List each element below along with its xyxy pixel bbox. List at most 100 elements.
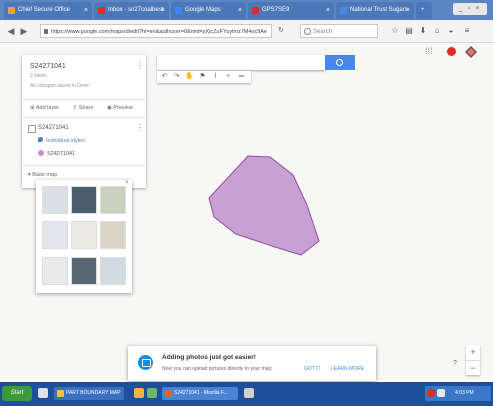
notification-body: Now you can upload pictures directly to … xyxy=(162,366,273,372)
folder-icon xyxy=(57,390,64,397)
feature-color-swatch xyxy=(38,150,44,156)
save-status: All changes saved in Drive xyxy=(30,83,89,89)
browser-tab[interactable]: National Trust Sugars × xyxy=(336,2,414,19)
zoom-control: + − xyxy=(466,345,480,375)
add-layer-button[interactable]: ⊕ Add layer xyxy=(30,105,65,111)
taskbar-task-active[interactable]: S24271041 - Mozilla F... xyxy=(162,387,238,400)
share-button[interactable]: ⇪ Share xyxy=(73,105,100,111)
style-label: Individual styles xyxy=(46,138,85,144)
quick-launch-icon[interactable] xyxy=(134,388,144,398)
preview-button[interactable]: ◉ Preview xyxy=(107,105,139,111)
undo-icon[interactable]: ↶ xyxy=(159,71,170,83)
close-icon[interactable]: × xyxy=(406,2,410,19)
task-title: S24271041 - Mozilla F... xyxy=(174,390,228,396)
tray-icon[interactable] xyxy=(427,389,435,397)
download-icon[interactable]: ⬇ xyxy=(418,26,428,36)
close-icon[interactable]: × xyxy=(125,180,129,186)
learn-more-link[interactable]: LEARN MORE xyxy=(331,366,364,372)
taskbar-task[interactable]: PART BOUNDARY MAP xyxy=(54,387,124,400)
reading-list-icon[interactable]: ▤ xyxy=(404,26,414,36)
home-icon[interactable]: ⌂ xyxy=(432,26,442,36)
browser-tab[interactable]: Google Maps × xyxy=(171,2,246,19)
map-search-button[interactable] xyxy=(325,55,355,70)
new-tab-button[interactable]: + xyxy=(416,2,432,19)
drawn-polygon[interactable] xyxy=(208,155,320,256)
quick-launch-icon[interactable] xyxy=(147,388,157,398)
address-bar[interactable]: https://www.google.com/maps/d/edit?hl=en… xyxy=(40,24,272,38)
layer-checkbox[interactable] xyxy=(28,125,36,133)
menu-icon[interactable]: ≡ xyxy=(462,26,472,36)
tab-title: Chief Secure Office xyxy=(18,7,70,13)
apps-grid-icon[interactable]: ⁞⁞⁞ xyxy=(425,46,433,56)
photos-notification: Adding photos just got easier! Now you c… xyxy=(128,346,376,381)
quick-launch-icon[interactable] xyxy=(38,388,48,398)
browser-search-input[interactable]: Search xyxy=(300,24,378,38)
base-map-tile-terrain[interactable] xyxy=(100,186,126,214)
base-map-chooser: × xyxy=(36,180,132,293)
notification-title: Adding photos just got easier! xyxy=(162,354,256,361)
hand-icon[interactable]: ✋ xyxy=(184,71,195,83)
panel-actions: ⊕ Add layer ⇪ Share ◉ Preview xyxy=(30,105,145,111)
directions-icon[interactable]: ⑂ xyxy=(223,71,234,83)
reload-icon[interactable]: ↻ xyxy=(278,26,284,34)
base-map-tile-map[interactable] xyxy=(42,186,68,214)
layer-name[interactable]: S24271041 xyxy=(38,125,69,131)
lock-icon xyxy=(44,29,48,34)
system-tray: 4:03 PM xyxy=(425,386,491,401)
close-icon[interactable]: × xyxy=(84,2,88,19)
account-avatar[interactable] xyxy=(465,46,477,58)
tab-favicon xyxy=(175,7,182,14)
feature-item[interactable]: S24271041 xyxy=(38,150,75,157)
forward-arrow-icon[interactable]: ▶ xyxy=(18,25,30,37)
browser-tab-active[interactable]: GPS7SE9 × xyxy=(248,2,334,19)
map-canvas[interactable]: S24271041 2 views All changes saved in D… xyxy=(0,43,493,387)
browser-tab[interactable]: Chief Secure Office × xyxy=(4,2,92,19)
search-icon xyxy=(304,28,311,35)
quick-launch-icon[interactable] xyxy=(244,388,254,398)
layer-options-icon[interactable]: ⋮ xyxy=(136,123,144,132)
zoom-in-button[interactable]: + xyxy=(466,345,480,361)
back-arrow-icon[interactable]: ◀ xyxy=(5,25,17,37)
pocket-icon[interactable]: ◒ xyxy=(446,26,456,36)
search-placeholder: Search xyxy=(313,29,333,35)
tray-icon[interactable] xyxy=(437,389,445,397)
zoom-out-button[interactable]: − xyxy=(466,361,480,375)
base-map-tile-satellite[interactable] xyxy=(71,186,97,214)
feature-label: S24271041 xyxy=(47,151,76,157)
start-button[interactable]: Start xyxy=(2,386,32,401)
individual-styles-link[interactable]: Individual styles xyxy=(38,137,85,144)
redo-icon[interactable]: ↷ xyxy=(171,71,182,83)
browser-tab[interactable]: Inbox - sn27coalbest × xyxy=(94,2,169,19)
tab-title: National Trust Sugars xyxy=(350,7,408,13)
marker-icon[interactable]: ⚑ xyxy=(197,71,208,83)
base-map-tile-light-landmass[interactable] xyxy=(42,257,68,285)
browser-toolbar: ◀ ▶ https://www.google.com/maps/d/edit?h… xyxy=(0,20,493,43)
window-controls[interactable]: _ ▫ × xyxy=(453,3,487,15)
got-it-button[interactable]: GOT IT xyxy=(304,366,321,372)
tab-title: Google Maps xyxy=(185,7,221,13)
bookmark-star-icon[interactable]: ☆ xyxy=(390,26,400,36)
view-count: 2 views xyxy=(30,73,47,79)
map-title[interactable]: S24271041 xyxy=(30,63,66,70)
ruler-icon[interactable]: ═ xyxy=(236,71,247,83)
firefox-icon xyxy=(165,390,172,397)
mymaps-panel: S24271041 2 views All changes saved in D… xyxy=(22,55,146,188)
base-map-tile-mono-city[interactable] xyxy=(71,221,97,249)
preview-label: Preview xyxy=(113,105,133,111)
draw-line-icon[interactable]: ⌇ xyxy=(210,71,221,83)
base-map-tile-dark-landmass[interactable] xyxy=(71,257,97,285)
notification-icon[interactable] xyxy=(447,47,456,56)
base-map-tile-light-political[interactable] xyxy=(42,221,68,249)
base-map-tile-simple-atlas[interactable] xyxy=(100,221,126,249)
help-icon[interactable]: ? xyxy=(453,360,457,367)
close-icon[interactable]: × xyxy=(326,2,330,19)
tab-title: Inbox - sn27coalbest xyxy=(108,7,164,13)
base-map-toggle[interactable]: ▾ Base map xyxy=(28,172,57,178)
close-icon[interactable]: × xyxy=(161,2,165,19)
map-search-input[interactable] xyxy=(157,55,325,70)
tab-favicon xyxy=(8,7,15,14)
base-map-tile-whitewater[interactable] xyxy=(100,257,126,285)
more-options-icon[interactable]: ⋮ xyxy=(136,61,144,70)
close-icon[interactable]: × xyxy=(238,2,242,19)
tab-favicon xyxy=(252,7,259,14)
